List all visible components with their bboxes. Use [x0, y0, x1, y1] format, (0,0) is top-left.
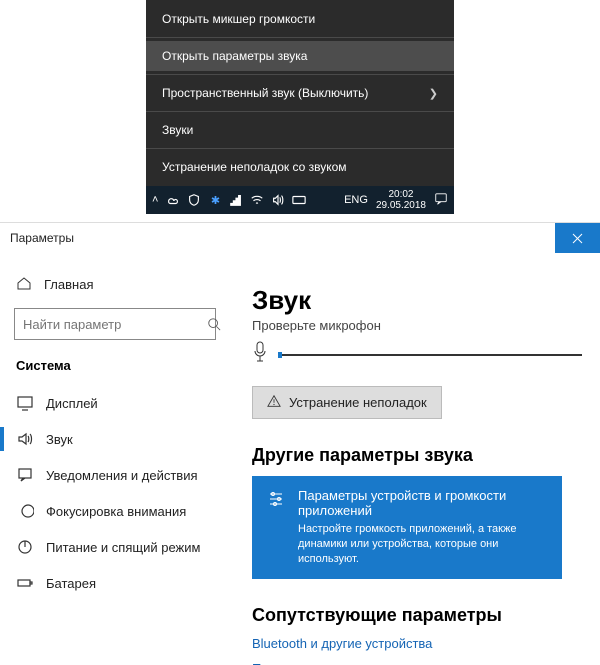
- sound-context-menu: Открыть микшер громкости Открыть парамет…: [146, 0, 454, 186]
- troubleshoot-button[interactable]: Устранение неполадок: [252, 386, 442, 419]
- settings-window: Параметры Главная Система Дисплей: [0, 222, 600, 665]
- nav-battery[interactable]: Батарея: [14, 565, 228, 601]
- nav-power[interactable]: Питание и спящий режим: [14, 529, 228, 565]
- ctx-label: Открыть микшер громкости: [162, 12, 315, 26]
- nav-display[interactable]: Дисплей: [14, 385, 228, 421]
- ctx-sounds[interactable]: Звуки: [146, 115, 454, 145]
- sidebar: Главная Система Дисплей Звук Уведомления…: [0, 253, 228, 665]
- app-volume-callout[interactable]: Параметры устройств и громкости приложен…: [252, 476, 562, 579]
- ctx-label: Звуки: [162, 123, 193, 137]
- ctx-label: Открыть параметры звука: [162, 49, 307, 63]
- nav-sound[interactable]: Звук: [14, 421, 228, 457]
- nav-label: Уведомления и действия: [46, 468, 198, 483]
- volume-icon[interactable]: [271, 193, 285, 207]
- home-icon: [16, 275, 32, 294]
- sliders-icon: [266, 488, 286, 567]
- taskbar: ˄ ✱ ENG 20:02 29.05.2018: [146, 186, 454, 214]
- callout-desc: Настройте громкость приложений, а также …: [298, 522, 548, 567]
- battery-icon: [16, 574, 34, 592]
- clock-date: 29.05.2018: [376, 200, 426, 211]
- nav-notifications[interactable]: Уведомления и действия: [14, 457, 228, 493]
- ctx-open-sound-settings[interactable]: Открыть параметры звука: [146, 41, 454, 71]
- ctx-label: Пространственный звук (Выключить): [162, 86, 368, 100]
- home-label: Главная: [44, 277, 93, 292]
- taskbar-popup-region: Открыть микшер громкости Открыть парамет…: [146, 0, 454, 214]
- tray-icons: ✱: [166, 193, 306, 207]
- mic-check-label: Проверьте микрофон: [252, 318, 582, 333]
- close-button[interactable]: [555, 223, 600, 253]
- minimize-button[interactable]: [465, 223, 510, 253]
- nav-label: Батарея: [46, 576, 96, 591]
- maximize-button[interactable]: [510, 223, 555, 253]
- microphone-icon: [252, 341, 268, 368]
- ctx-label: Устранение неполадок со звуком: [162, 160, 347, 174]
- chevron-right-icon: ❯: [429, 87, 438, 100]
- warning-icon: [267, 394, 281, 411]
- content-pane: Звук Проверьте микрофон Устранение непол…: [228, 253, 600, 665]
- ctx-troubleshoot[interactable]: Устранение неполадок со звуком: [146, 152, 454, 182]
- clock[interactable]: 20:02 29.05.2018: [376, 189, 426, 211]
- focus-icon: [16, 502, 34, 520]
- defender-icon[interactable]: [187, 193, 201, 207]
- page-title: Звук: [252, 285, 582, 316]
- clock-time: 20:02: [376, 189, 426, 200]
- home-link[interactable]: Главная: [16, 275, 228, 294]
- onedrive-icon[interactable]: [166, 193, 180, 207]
- link-sound-control-panel[interactable]: Панель управления звуком: [252, 661, 582, 665]
- network-icon[interactable]: [229, 193, 243, 207]
- keyboard-icon[interactable]: [292, 193, 306, 207]
- nav-label: Фокусировка внимания: [46, 504, 186, 519]
- separator: [146, 148, 454, 149]
- search-box[interactable]: [14, 308, 216, 340]
- other-params-heading: Другие параметры звука: [252, 445, 582, 466]
- notifications-icon: [16, 466, 34, 484]
- titlebar: Параметры: [0, 223, 600, 253]
- nav-focus[interactable]: Фокусировка внимания: [14, 493, 228, 529]
- nav-label: Дисплей: [46, 396, 98, 411]
- button-label: Устранение неполадок: [289, 395, 427, 410]
- nav-label: Звук: [46, 432, 73, 447]
- window-title: Параметры: [10, 231, 74, 245]
- separator: [146, 74, 454, 75]
- mic-level-row: [252, 341, 582, 368]
- link-bluetooth[interactable]: Bluetooth и другие устройства: [252, 636, 582, 651]
- display-icon: [16, 394, 34, 412]
- nav-label: Питание и спящий режим: [46, 540, 200, 555]
- chevron-up-icon[interactable]: ˄: [152, 194, 158, 206]
- related-heading: Сопутствующие параметры: [252, 605, 582, 626]
- ctx-spatial-sound[interactable]: Пространственный звук (Выключить) ❯: [146, 78, 454, 108]
- search-icon: [207, 317, 221, 331]
- language-indicator[interactable]: ENG: [344, 194, 368, 206]
- bluetooth-icon[interactable]: ✱: [208, 193, 222, 207]
- action-center-icon[interactable]: [434, 192, 448, 209]
- sound-icon: [16, 430, 34, 448]
- search-input[interactable]: [15, 317, 207, 332]
- caption-buttons: [465, 223, 600, 253]
- wifi-icon[interactable]: [250, 193, 264, 207]
- mic-level-bar: [278, 354, 582, 356]
- callout-title: Параметры устройств и громкости приложен…: [298, 488, 548, 518]
- section-heading: Система: [16, 358, 228, 373]
- power-icon: [16, 538, 34, 556]
- separator: [146, 37, 454, 38]
- ctx-open-mixer[interactable]: Открыть микшер громкости: [146, 4, 454, 34]
- separator: [146, 111, 454, 112]
